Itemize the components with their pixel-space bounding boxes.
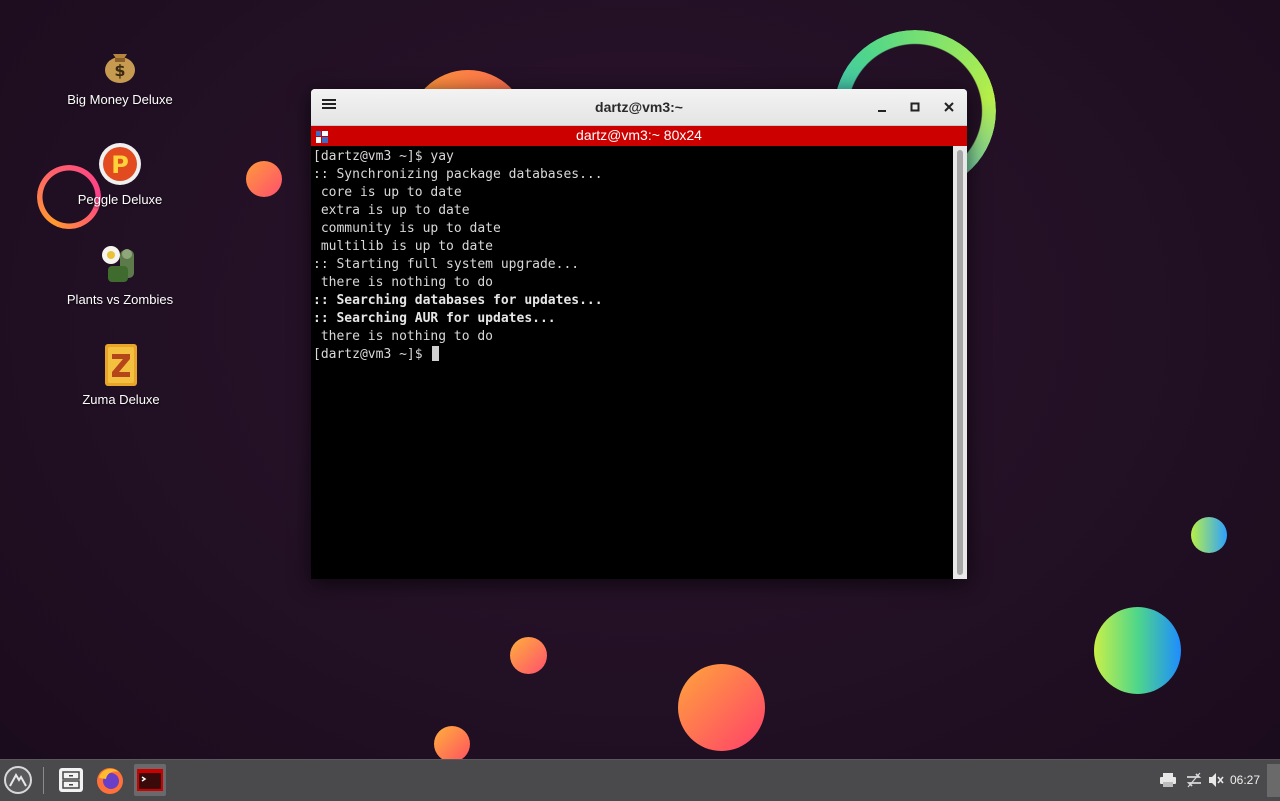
terminal-tab[interactable]: dartz@vm3:~ 80x24 xyxy=(311,126,967,146)
text-cursor xyxy=(432,346,440,361)
desktop-icon-label: Zuma Deluxe xyxy=(82,392,160,407)
desktop-icon-plants-vs-zombies[interactable]: Plants vs Zombies xyxy=(60,242,180,307)
terminal-line: :: Searching databases for updates... xyxy=(313,293,603,308)
peggle-icon: P xyxy=(98,142,142,186)
scrollbar[interactable] xyxy=(953,146,967,579)
desktop-icon-big-money-deluxe[interactable]: $ Big Money Deluxe xyxy=(60,42,180,107)
wallpaper-orb xyxy=(678,664,765,751)
menu-launcher-icon[interactable] xyxy=(2,764,34,796)
terminal-line: there is nothing to do xyxy=(313,275,494,290)
terminal-line: [dartz@vm3 ~]$ yay xyxy=(313,149,454,164)
taskbar-separator xyxy=(43,767,44,794)
desktop-icon-label: Peggle Deluxe xyxy=(77,192,163,207)
maximize-icon[interactable] xyxy=(905,97,925,117)
desktop-icon-peggle-deluxe[interactable]: P Peggle Deluxe xyxy=(60,142,180,207)
terminal-line: :: Starting full system upgrade... xyxy=(313,257,580,272)
money-bag-icon: $ xyxy=(98,42,142,86)
plants-vs-zombies-icon xyxy=(98,242,142,286)
terminal-line: :: Searching AUR for updates... xyxy=(313,311,556,326)
desktop-icon-label: Plants vs Zombies xyxy=(66,292,174,307)
terminal-prompt: [dartz@vm3 ~]$ xyxy=(313,347,423,362)
svg-text:$: $ xyxy=(114,61,125,80)
network-icon[interactable] xyxy=(1185,771,1203,793)
terminal-prompt-line: [dartz@vm3 ~]$ xyxy=(313,346,953,364)
taskbar: 06:27 xyxy=(0,759,1280,801)
desktop-icon-zuma-deluxe[interactable]: Zuma Deluxe xyxy=(61,342,181,407)
wallpaper-orb xyxy=(1191,517,1227,553)
terminal-window: dartz@vm3:~ dartz@vm3:~ 80x24 [dartz@vm3… xyxy=(311,89,967,579)
terminal-icon[interactable] xyxy=(134,764,166,796)
terminal-line: core is up to date xyxy=(313,185,462,200)
volume-muted-icon[interactable] xyxy=(1207,771,1225,793)
terminal-line: extra is up to date xyxy=(313,203,470,218)
wallpaper-orb xyxy=(1094,607,1181,694)
terminal-line: there is nothing to do xyxy=(313,329,494,344)
wallpaper-orb xyxy=(246,161,282,197)
zuma-icon xyxy=(99,342,143,386)
window-titlebar[interactable]: dartz@vm3:~ xyxy=(311,89,967,126)
minimize-icon[interactable] xyxy=(872,97,892,117)
close-icon[interactable] xyxy=(939,97,959,117)
printer-icon[interactable] xyxy=(1159,771,1177,793)
wallpaper-orb xyxy=(510,637,547,674)
window-title: dartz@vm3:~ xyxy=(595,99,683,115)
show-desktop-button[interactable] xyxy=(1267,764,1280,797)
clock[interactable]: 06:27 xyxy=(1230,773,1260,787)
terminal-line: multilib is up to date xyxy=(313,239,494,254)
svg-text:P: P xyxy=(111,151,129,179)
file-manager-icon[interactable] xyxy=(55,764,87,796)
tab-title: dartz@vm3:~ 80x24 xyxy=(576,127,702,143)
terminal-output[interactable]: [dartz@vm3 ~]$ yay :: Synchronizing pack… xyxy=(311,146,953,579)
desktop-icon-label: Big Money Deluxe xyxy=(67,92,173,107)
scrollbar-thumb[interactable] xyxy=(957,150,963,575)
terminal-line: community is up to date xyxy=(313,221,501,236)
terminal-line: :: Synchronizing package databases... xyxy=(313,167,603,182)
wallpaper-orb xyxy=(434,726,470,762)
firefox-icon[interactable] xyxy=(94,764,126,796)
